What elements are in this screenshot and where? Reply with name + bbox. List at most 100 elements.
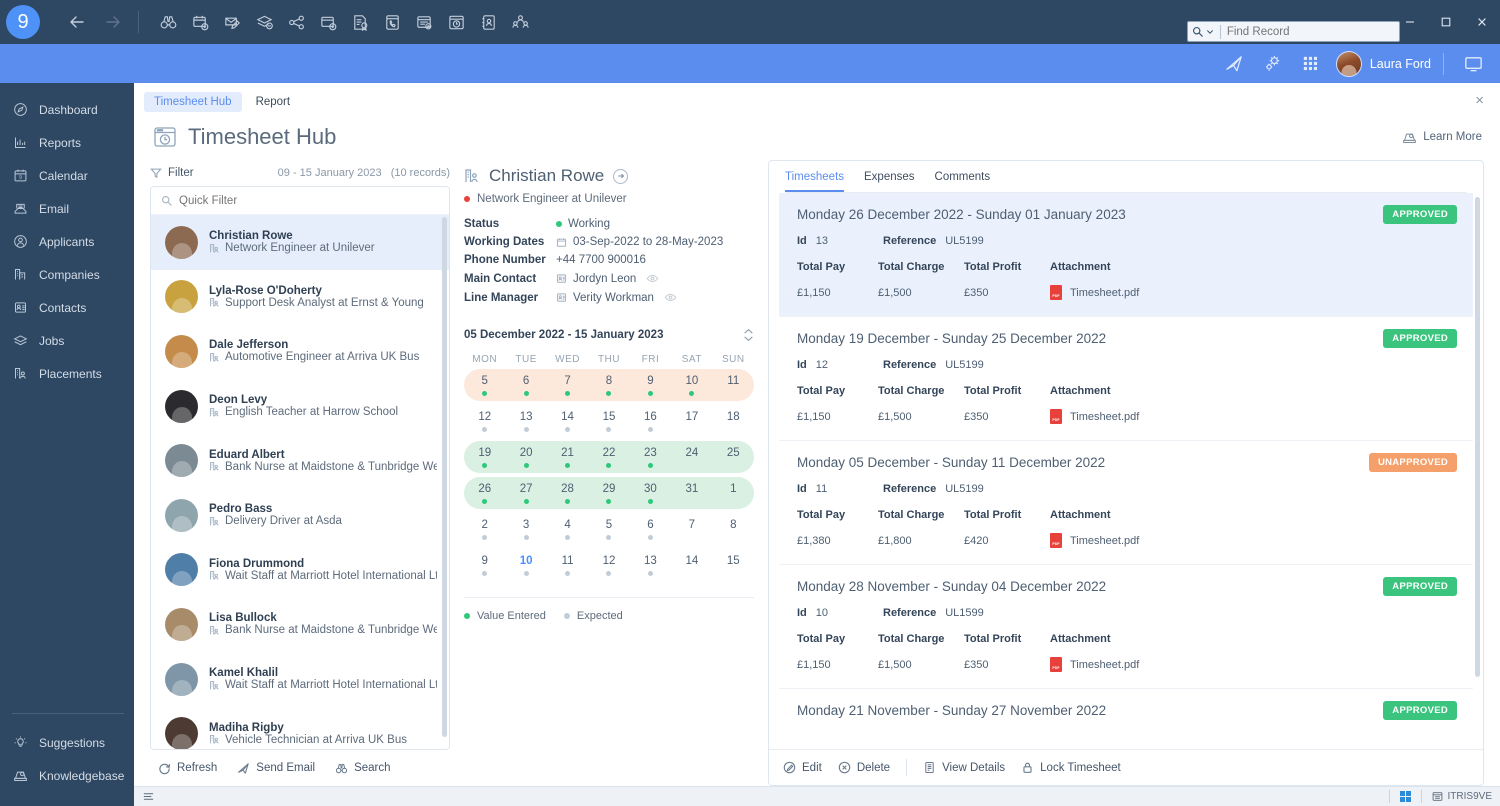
list-item[interactable]: Eduard Albert Bank Nurse at Maidstone & … xyxy=(151,433,449,488)
sidebar-item-jobs[interactable]: Jobs xyxy=(0,324,134,357)
calendar-day[interactable]: 7 xyxy=(671,519,712,540)
certificate-document-icon[interactable] xyxy=(345,7,375,37)
list-item[interactable]: Fiona Drummond Wait Staff at Marriott Ho… xyxy=(151,543,449,598)
hamburger-icon[interactable] xyxy=(142,790,155,803)
list-scrollbar[interactable] xyxy=(442,217,447,737)
timesheet-hub-icon[interactable] xyxy=(441,7,471,37)
user-menu[interactable]: Laura Ford xyxy=(1335,50,1431,77)
calendar-day[interactable]: 20 xyxy=(505,447,546,468)
display-icon[interactable] xyxy=(1454,44,1492,83)
contact-book-icon[interactable] xyxy=(473,7,503,37)
list-item[interactable]: Pedro Bass Delivery Driver at Asda xyxy=(151,488,449,543)
calendar-day[interactable]: 22 xyxy=(588,447,629,468)
group-meeting-icon[interactable] xyxy=(505,7,535,37)
list-item[interactable]: Christian Rowe Network Engineer at Unile… xyxy=(151,215,449,270)
attachment-cell[interactable]: Timesheet.pdf xyxy=(1050,273,1455,300)
calendar-day[interactable]: 19 xyxy=(464,447,505,468)
filter-button[interactable]: Filter xyxy=(150,167,194,179)
calendar-day[interactable]: 13 xyxy=(630,555,671,576)
calendar-day[interactable]: 23 xyxy=(630,447,671,468)
tab-timesheet-hub[interactable]: Timesheet Hub xyxy=(144,92,242,112)
call-screen-icon[interactable] xyxy=(377,7,407,37)
list-item[interactable]: Lisa Bullock Bank Nurse at Maidstone & T… xyxy=(151,597,449,652)
calendar-day[interactable]: 14 xyxy=(671,555,712,576)
sidebar-item-placements[interactable]: Placements xyxy=(0,357,134,390)
apps-grid-icon[interactable] xyxy=(1292,44,1330,83)
attachment-cell[interactable]: Timesheet.pdf xyxy=(1050,397,1455,424)
close-tab-icon[interactable]: × xyxy=(1475,92,1484,109)
add-window-icon[interactable] xyxy=(313,7,343,37)
calendar-day[interactable]: 5 xyxy=(588,519,629,540)
add-calendar-icon[interactable] xyxy=(185,7,215,37)
search-button[interactable]: Search xyxy=(335,762,391,775)
lock-timesheet-button[interactable]: Lock Timesheet xyxy=(1021,761,1121,774)
sidebar-item-companies[interactable]: Companies xyxy=(0,258,134,291)
sidebar-item-reports[interactable]: Reports xyxy=(0,126,134,159)
quick-filter[interactable] xyxy=(151,187,449,215)
tab-report[interactable]: Report xyxy=(246,92,301,112)
timesheet-card[interactable]: Monday 26 December 2022 - Sunday 01 Janu… xyxy=(779,193,1473,316)
quick-filter-input[interactable] xyxy=(179,194,439,207)
share-network-icon[interactable] xyxy=(281,7,311,37)
chevron-down-icon[interactable] xyxy=(1206,28,1214,36)
calendar-day[interactable]: 12 xyxy=(588,555,629,576)
minimize-icon[interactable] xyxy=(1392,0,1428,44)
sidebar-item-contacts[interactable]: Contacts xyxy=(0,291,134,324)
calendar-day[interactable]: 4 xyxy=(547,519,588,540)
back-icon[interactable] xyxy=(62,7,92,37)
calendar-day[interactable]: 2 xyxy=(464,519,505,540)
maximize-icon[interactable] xyxy=(1428,0,1464,44)
timesheet-card[interactable]: Monday 28 November - Sunday 04 December … xyxy=(779,564,1473,688)
sidebar-item-calendar[interactable]: 9 Calendar xyxy=(0,159,134,192)
calendar-day[interactable]: 6 xyxy=(505,375,546,396)
calendar-day[interactable]: 27 xyxy=(505,483,546,504)
sidebar-item-knowledgebase[interactable]: Knowledgebase xyxy=(0,759,134,792)
sidebar-item-suggestions[interactable]: Suggestions xyxy=(0,726,134,759)
list-item[interactable]: Lyla-Rose O'Doherty Support Desk Analyst… xyxy=(151,270,449,325)
calendar-day[interactable]: 16 xyxy=(630,411,671,432)
app-status-item[interactable]: ITRIS9VE xyxy=(1432,791,1492,802)
calendar-day[interactable]: 9 xyxy=(464,555,505,576)
forward-icon[interactable] xyxy=(98,7,128,37)
tab-timesheets[interactable]: Timesheets xyxy=(785,171,845,192)
timesheet-card[interactable]: Monday 19 December - Sunday 25 December … xyxy=(779,316,1473,440)
calendar-day[interactable]: 31 xyxy=(671,483,712,504)
sidebar-item-email[interactable]: Email xyxy=(0,192,134,225)
attachment-cell[interactable]: Timesheet.pdf xyxy=(1050,521,1455,548)
calendar-day[interactable]: 3 xyxy=(505,519,546,540)
list-item[interactable]: Deon Levy English Teacher at Harrow Scho… xyxy=(151,379,449,434)
delete-button[interactable]: Delete xyxy=(838,761,890,774)
field-value-wrap[interactable]: Jordyn Leon xyxy=(556,272,659,285)
calendar-day[interactable]: 11 xyxy=(547,555,588,576)
compose-email-icon[interactable] xyxy=(217,7,247,37)
eye-icon[interactable] xyxy=(664,291,677,304)
calendar-day[interactable]: 8 xyxy=(713,519,754,540)
timesheet-card[interactable]: Monday 21 November - Sunday 27 November … xyxy=(779,688,1473,734)
calendar-day[interactable]: 6 xyxy=(630,519,671,540)
tab-expenses[interactable]: Expenses xyxy=(864,171,915,192)
close-icon[interactable] xyxy=(1464,0,1500,44)
settings-gears-icon[interactable] xyxy=(1254,44,1292,83)
find-record[interactable] xyxy=(1187,21,1400,42)
list-item[interactable]: Kamel Khalil Wait Staff at Marriott Hote… xyxy=(151,652,449,707)
sidebar-item-applicants[interactable]: Applicants xyxy=(0,225,134,258)
calendar-day[interactable]: 28 xyxy=(547,483,588,504)
list-item[interactable]: Dale Jefferson Automotive Engineer at Ar… xyxy=(151,324,449,379)
view-details-button[interactable]: View Details xyxy=(923,761,1005,774)
timesheet-card[interactable]: Monday 05 December - Sunday 11 December … xyxy=(779,440,1473,564)
eye-icon[interactable] xyxy=(646,272,659,285)
find-record-input[interactable] xyxy=(1226,25,1395,38)
calendar-day[interactable]: 15 xyxy=(713,555,754,576)
paper-plane-icon[interactable] xyxy=(1216,44,1254,83)
calendar-day[interactable]: 13 xyxy=(505,411,546,432)
calendar-day[interactable]: 14 xyxy=(547,411,588,432)
calendar-day[interactable]: 26 xyxy=(464,483,505,504)
tab-comments[interactable]: Comments xyxy=(935,171,991,192)
calendar-day[interactable]: 12 xyxy=(464,411,505,432)
calendar-day[interactable]: 21 xyxy=(547,447,588,468)
calendar-day[interactable]: 17 xyxy=(671,411,712,432)
send-email-button[interactable]: Send Email xyxy=(237,762,315,775)
calendar-day[interactable]: 7 xyxy=(547,375,588,396)
calendar-day[interactable]: 25 xyxy=(713,447,754,468)
calendar-day[interactable]: 18 xyxy=(713,411,754,432)
